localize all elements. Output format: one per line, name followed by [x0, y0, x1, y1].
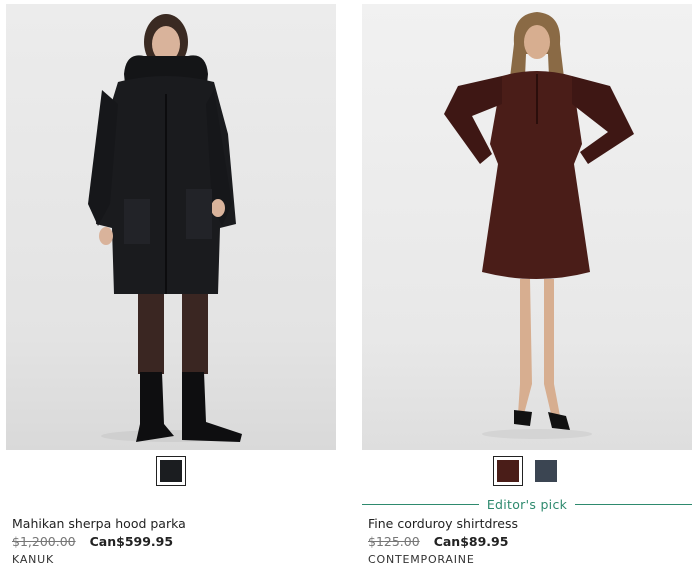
color-swatch[interactable]: [531, 456, 561, 486]
swatch-chip: [497, 460, 519, 482]
price-row: $125.00 Can$89.95: [368, 534, 508, 549]
original-price: $1,200.00: [12, 534, 76, 549]
product-card[interactable]: Editor's pick Fine corduroy shirtdress $…: [362, 0, 692, 569]
product-image[interactable]: [362, 4, 692, 450]
product-name[interactable]: Mahikan sherpa hood parka: [12, 516, 186, 531]
sale-price: Can$599.95: [89, 534, 174, 549]
price-row: $1,200.00 Can$599.95: [12, 534, 173, 549]
swatch-chip: [160, 460, 182, 482]
sale-price: Can$89.95: [433, 534, 509, 549]
divider-line: [362, 503, 479, 505]
brand-name[interactable]: KANUK: [12, 553, 54, 566]
editors-pick-divider: Editor's pick: [362, 496, 692, 512]
color-swatch[interactable]: [156, 456, 186, 486]
color-swatches: [6, 456, 336, 488]
product-card[interactable]: Mahikan sherpa hood parka $1,200.00 Can$…: [6, 0, 336, 569]
product-name[interactable]: Fine corduroy shirtdress: [368, 516, 518, 531]
color-swatch[interactable]: [493, 456, 523, 486]
editors-pick-badge: Editor's pick: [486, 496, 568, 512]
product-image[interactable]: [6, 4, 336, 450]
original-price: $125.00: [368, 534, 420, 549]
brand-name[interactable]: CONTEMPORAINE: [368, 553, 475, 566]
divider-line: [575, 503, 692, 505]
color-swatches: [362, 456, 692, 488]
swatch-chip: [535, 460, 557, 482]
